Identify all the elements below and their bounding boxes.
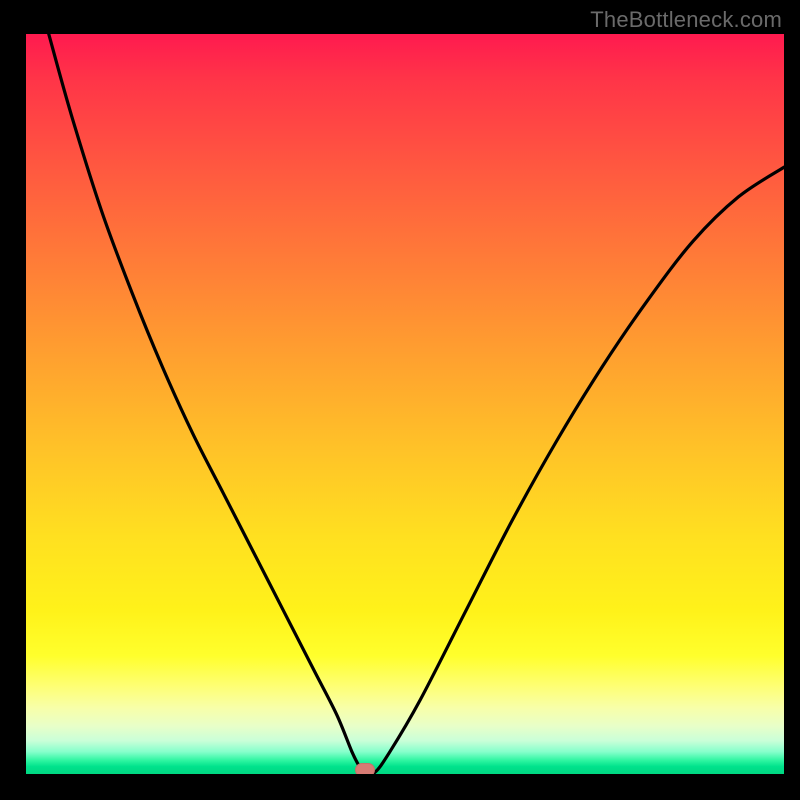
watermark-text: TheBottleneck.com — [590, 7, 782, 33]
chart-frame: TheBottleneck.com — [0, 0, 800, 800]
optimum-marker — [355, 763, 375, 774]
bottleneck-curve — [26, 34, 784, 774]
plot-area — [26, 34, 784, 774]
